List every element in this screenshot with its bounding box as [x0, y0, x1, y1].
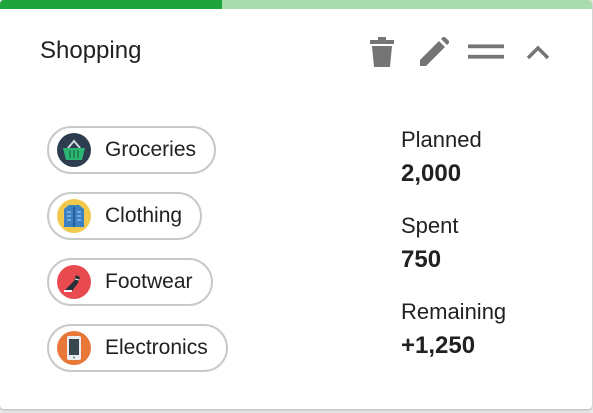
- category-list: Groceries Clothing Footwear Electronics: [47, 126, 228, 390]
- jacket-icon: [57, 199, 91, 233]
- phone-icon: [57, 331, 91, 365]
- category-chip-groceries[interactable]: Groceries: [47, 126, 217, 174]
- stat-spent: Spent 750: [401, 213, 506, 299]
- category-chip-clothing[interactable]: Clothing: [47, 192, 203, 240]
- stat-label: Remaining: [401, 299, 507, 324]
- stat-value: 2,000: [401, 160, 462, 187]
- category-label: Clothing: [105, 204, 183, 227]
- stat-planned: Planned 2,000: [401, 127, 506, 213]
- budget-summary: Planned 2,000 Spent 750 Remaining +1,250: [401, 127, 506, 385]
- basket-icon: [57, 133, 91, 167]
- category-label: Footwear: [105, 270, 193, 293]
- stat-label: Spent: [401, 213, 459, 238]
- stat-remaining: Remaining +1,250: [401, 299, 506, 385]
- reorder-handle[interactable]: [468, 34, 504, 70]
- category-chip-electronics[interactable]: Electronics: [47, 324, 228, 372]
- card-title: Shopping: [40, 37, 142, 64]
- collapse-button[interactable]: [520, 34, 556, 70]
- category-label: Groceries: [105, 138, 197, 161]
- stat-value: +1,250: [401, 332, 476, 359]
- category-chip-footwear[interactable]: Footwear: [47, 258, 213, 306]
- sneaker-icon: [57, 265, 91, 299]
- edit-button[interactable]: [416, 34, 452, 70]
- chevron-up-icon: [526, 45, 550, 60]
- category-label: Electronics: [105, 336, 208, 359]
- budget-progress-bar: [0, 0, 592, 9]
- stat-label: Planned: [401, 127, 482, 152]
- stat-value: 750: [401, 246, 442, 273]
- trash-icon: [370, 37, 394, 67]
- card-toolbar: [348, 34, 556, 70]
- budget-progress-fill: [0, 0, 222, 9]
- delete-button[interactable]: [364, 34, 400, 70]
- pencil-icon: [420, 37, 449, 66]
- drag-handle-icon: [468, 44, 504, 59]
- budget-card: Shopping Groceries Clothing Footwear Ele…: [0, 0, 592, 409]
